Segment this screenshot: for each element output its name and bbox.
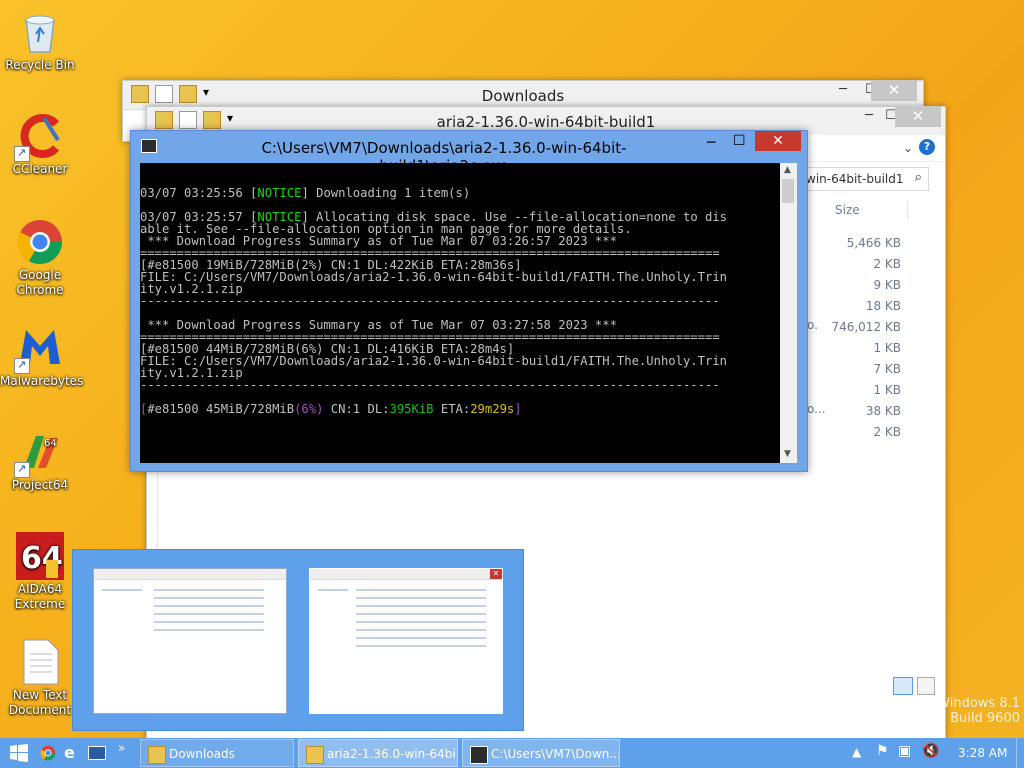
desktop-icon-project64[interactable]: 64 Project64 bbox=[0, 428, 80, 493]
desktop-icon-label: Malwarebytes bbox=[0, 374, 84, 388]
scroll-down-arrow-icon[interactable]: ▼ bbox=[784, 449, 791, 459]
close-button[interactable]: ✕ bbox=[895, 107, 941, 127]
search-icon[interactable]: ⌕ bbox=[915, 170, 922, 185]
desktop-icon-label: Project64 bbox=[11, 478, 69, 492]
truncated-type-text: o... bbox=[807, 402, 826, 416]
ccleaner-icon bbox=[14, 112, 64, 162]
folder-icon bbox=[148, 746, 166, 764]
windows-watermark: Windows 8.1 Build 9600 bbox=[937, 696, 1020, 726]
volume-muted-icon[interactable]: 🔇 bbox=[922, 743, 939, 759]
console-window-aria2c[interactable]: C:\Users\VM7\Downloads\aria2-1.36.0-win-… bbox=[130, 130, 808, 472]
desktop-icon-malwarebytes[interactable]: Malwarebytes bbox=[0, 324, 84, 389]
search-input[interactable]: win-64bit-build1 bbox=[806, 172, 903, 186]
desktop-icon-label: Google bbox=[18, 268, 62, 282]
aida64-icon: 64 bbox=[16, 532, 64, 580]
list-item-size[interactable]: 2 KB bbox=[807, 422, 901, 443]
clock[interactable]: 3:28 AM bbox=[958, 746, 1007, 760]
scrollbar-thumb[interactable] bbox=[782, 179, 794, 203]
minimize-button[interactable]: ─ bbox=[707, 135, 715, 151]
chrome-taskbar-icon[interactable] bbox=[40, 745, 56, 764]
title-bar[interactable]: C:\Users\VM7\Downloads\aria2-1.36.0-win-… bbox=[131, 131, 807, 175]
desktop-icon-new-text-document[interactable]: New Text Document bbox=[0, 638, 80, 718]
console-status-line: [#e81500 45MiB/728MiB(6%) CN:1 DL:395KiB… bbox=[140, 402, 522, 416]
list-item-size[interactable]: 7 KB bbox=[807, 359, 901, 380]
recycle-bin-icon bbox=[16, 8, 64, 56]
minimize-button[interactable]: ─ bbox=[829, 81, 857, 101]
svg-text:64: 64 bbox=[44, 438, 57, 449]
console-app-icon bbox=[470, 746, 488, 764]
list-item-size[interactable]: 5,466 KB bbox=[807, 233, 901, 254]
desktop-icon-label: New Text bbox=[12, 688, 68, 702]
malwarebytes-icon bbox=[14, 324, 64, 374]
list-item-size[interactable]: 746,012 KB bbox=[807, 317, 901, 338]
chevron-right-icon[interactable]: » bbox=[118, 741, 125, 755]
desktop-icon-label: Recycle Bin bbox=[5, 58, 75, 72]
list-item-size[interactable]: 18 KB bbox=[807, 296, 901, 317]
scroll-up-arrow-icon[interactable]: ▲ bbox=[784, 165, 791, 175]
column-header-size[interactable]: Size bbox=[835, 203, 860, 217]
show-hidden-icons-chevron-icon[interactable]: ▲ bbox=[852, 745, 861, 759]
list-item-size[interactable]: 2 KB bbox=[807, 254, 901, 275]
search-box[interactable]: win-64bit-build1 ⌕ bbox=[801, 167, 929, 191]
close-button[interactable]: ✕ bbox=[871, 81, 917, 101]
action-center-flag-icon[interactable]: ⚑ bbox=[876, 743, 889, 759]
shortcut-arrow-icon bbox=[14, 461, 30, 478]
shortcut-arrow-icon bbox=[14, 357, 30, 374]
network-icon[interactable]: ▣ bbox=[898, 743, 911, 759]
desktop-icon-google-chrome[interactable]: Google Chrome bbox=[0, 218, 80, 298]
details-view-icon[interactable] bbox=[893, 677, 913, 695]
desktop-icon-label: Extreme bbox=[14, 597, 66, 611]
taskbar-button-downloads[interactable]: Downloads bbox=[140, 739, 294, 767]
list-item-size[interactable]: 1 KB bbox=[807, 338, 901, 359]
console-output[interactable]: 03/07 03:25:56 [NOTICE] Downloading 1 it… bbox=[140, 163, 780, 463]
column-divider[interactable] bbox=[907, 201, 908, 219]
internet-explorer-icon[interactable]: e bbox=[64, 743, 75, 762]
text-document-icon bbox=[16, 638, 64, 686]
window-title: aria2-1.36.0-win-64bit-build1 bbox=[436, 113, 656, 131]
windows-logo-icon bbox=[10, 744, 28, 762]
project64-icon: 64 bbox=[14, 428, 64, 478]
show-desktop-button[interactable] bbox=[1016, 738, 1024, 768]
console-line: 03/07 03:25:56 [NOTICE] Downloading 1 it… bbox=[140, 186, 471, 200]
desktop-icon-aida64-extreme[interactable]: 64 AIDA64 Extreme bbox=[0, 532, 80, 612]
console-app-icon[interactable] bbox=[141, 139, 157, 153]
desktop-icon-ccleaner[interactable]: CCleaner bbox=[0, 112, 80, 177]
truncated-type-text: o. bbox=[807, 318, 818, 332]
window-title: Downloads bbox=[481, 87, 565, 105]
close-button[interactable]: ✕ bbox=[755, 131, 801, 151]
taskbar: e » Downloads aria2-1.36.0-win-64bi... C… bbox=[0, 738, 1024, 768]
taskbar-thumbnail-preview: ✕ bbox=[72, 549, 524, 731]
desktop-icon-label: AIDA64 bbox=[17, 582, 63, 596]
thumbnail-downloads[interactable] bbox=[93, 568, 287, 714]
desktop-icon-label: Document bbox=[8, 703, 72, 717]
shortcut-arrow-icon bbox=[14, 145, 30, 162]
list-item-size[interactable]: 9 KB bbox=[807, 275, 901, 296]
desktop-taskbar-icon[interactable] bbox=[88, 746, 106, 760]
chrome-icon bbox=[16, 218, 64, 266]
folder-icon bbox=[306, 746, 324, 764]
thumbnail-aria2-folder[interactable]: ✕ bbox=[309, 568, 503, 714]
start-button[interactable] bbox=[10, 744, 28, 765]
console-line: ----------------------------------------… bbox=[140, 378, 720, 392]
expand-ribbon-chevron-icon[interactable]: ⌄ bbox=[903, 141, 913, 155]
desktop-icon-label: Chrome bbox=[16, 283, 64, 297]
list-item-size[interactable]: 1 KB bbox=[807, 380, 901, 401]
close-icon[interactable]: ✕ bbox=[490, 569, 502, 579]
desktop-icon-label: CCleaner bbox=[12, 162, 68, 176]
help-icon[interactable]: ? bbox=[919, 139, 935, 155]
vertical-scrollbar[interactable]: ▲ ▼ bbox=[780, 163, 797, 463]
desktop-icon-recycle-bin[interactable]: Recycle Bin bbox=[0, 8, 80, 73]
taskbar-button-console[interactable]: C:\Users\VM7\Down... bbox=[462, 739, 620, 767]
maximize-button[interactable]: ☐ bbox=[733, 133, 746, 149]
taskbar-button-aria2-folder[interactable]: aria2-1.36.0-win-64bi... bbox=[298, 739, 458, 767]
large-icons-view-icon[interactable] bbox=[917, 677, 935, 695]
console-line: ----------------------------------------… bbox=[140, 294, 720, 308]
